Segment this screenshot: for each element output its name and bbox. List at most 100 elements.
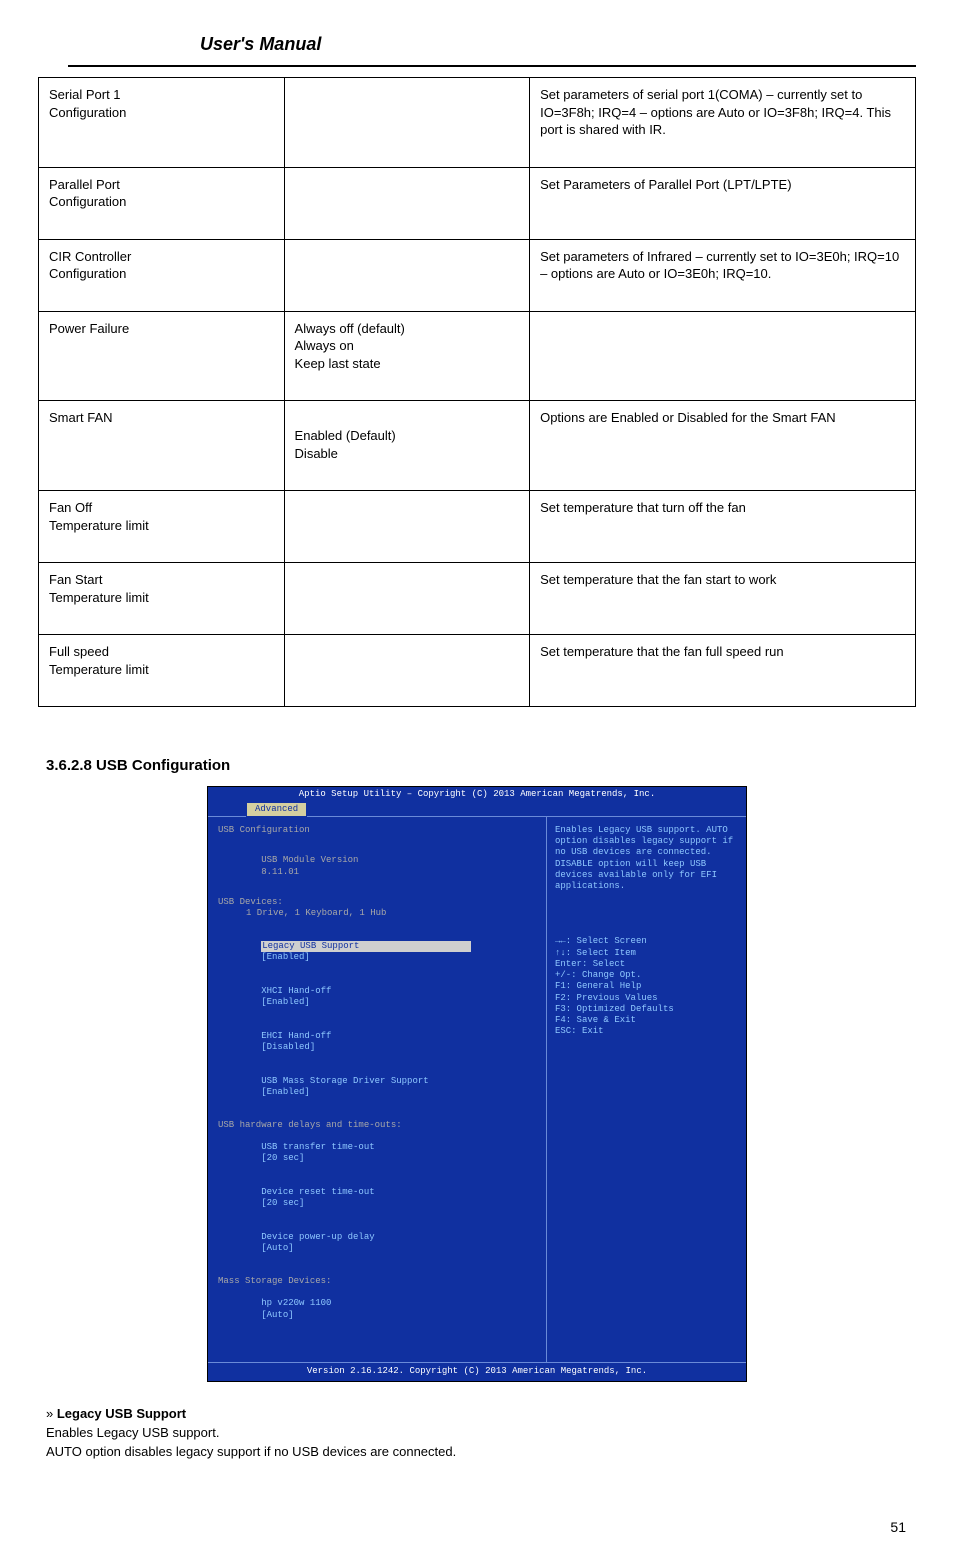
bios-key-line: +/-: Change Opt. <box>555 970 740 981</box>
bios-titlebar: Aptio Setup Utility – Copyright (C) 2013… <box>208 787 746 800</box>
feature-label: Serial Port 1 <box>49 87 121 102</box>
bios-item-value: [Disabled] <box>261 1042 315 1053</box>
bios-key-line: F2: Previous Values <box>555 993 740 1004</box>
bullet-line: » Legacy USB Support <box>46 1406 908 1421</box>
bios-item[interactable]: Device power-up delay [Auto] <box>218 1221 540 1266</box>
bios-item[interactable]: USB transfer time-out [20 sec] <box>218 1131 540 1176</box>
desc-cell: Options are Enabled or Disabled for the … <box>530 401 916 491</box>
bios-item[interactable]: Device reset time-out [20 sec] <box>218 1176 540 1221</box>
bios-devices-value: 1 Drive, 1 Keyboard, 1 Hub <box>218 908 386 919</box>
bios-key-line: →←: Select Screen <box>555 936 740 947</box>
bios-module-value: 8.11.01 <box>261 867 299 878</box>
feature-cell: Power Failure <box>39 311 285 401</box>
option-cell <box>284 635 530 707</box>
option-label: Always off (default) <box>295 321 405 336</box>
option-label: Always on <box>295 338 354 353</box>
bullet-icon: » <box>46 1406 57 1421</box>
feature-label: Smart FAN <box>49 410 113 425</box>
bios-item-value: [Enabled] <box>261 997 310 1008</box>
desc-cell: Set temperature that the fan full speed … <box>530 635 916 707</box>
bios-item-label: USB transfer time-out <box>261 1142 471 1153</box>
bios-item-label: hp v220w 1100 <box>261 1298 471 1309</box>
feature-cell: Serial Port 1 Configuration <box>39 78 285 168</box>
desc-cell: Set temperature that the fan start to wo… <box>530 563 916 635</box>
bios-help-text: Enables Legacy USB support. AUTO option … <box>555 825 740 893</box>
feature-label: Temperature limit <box>49 518 149 533</box>
desc-body-line: Enables Legacy USB support. <box>46 1425 908 1440</box>
feature-cell: Fan Start Temperature limit <box>39 563 285 635</box>
feature-label: Temperature limit <box>49 662 149 677</box>
option-cell: Enabled (Default) Disable <box>284 401 530 491</box>
feature-label: Power Failure <box>49 321 129 336</box>
feature-cell: CIR Controller Configuration <box>39 239 285 311</box>
feature-cell: Parallel Port Configuration <box>39 167 285 239</box>
table-row: Serial Port 1 Configuration Set paramete… <box>39 78 916 168</box>
bios-item-value: [Auto] <box>261 1243 293 1254</box>
desc-cell: Set temperature that turn off the fan <box>530 491 916 563</box>
desc-body-line: AUTO option disables legacy support if n… <box>46 1444 908 1459</box>
bios-key-hints: →←: Select Screen ↑↓: Select Item Enter:… <box>555 936 740 1037</box>
feature-label: Full speed <box>49 644 109 659</box>
table-row: Fan Start Temperature limit Set temperat… <box>39 563 916 635</box>
bios-item-value: [Auto] <box>261 1310 293 1321</box>
bios-key-line: F4: Save & Exit <box>555 1015 740 1026</box>
desc-text: Set parameters of Infrared – currently s… <box>540 249 899 282</box>
bios-key-line: F3: Optimized Defaults <box>555 1004 740 1015</box>
table-row: Parallel Port Configuration Set Paramete… <box>39 167 916 239</box>
bios-key-line: Enter: Select <box>555 959 740 970</box>
table-row: Smart FAN Enabled (Default) Disable Opti… <box>39 401 916 491</box>
bios-devices-label: USB Devices: <box>218 897 283 908</box>
desc-cell: Set parameters of serial port 1(COMA) – … <box>530 78 916 168</box>
desc-text: Set Parameters of Parallel Port (LPT/LPT… <box>540 177 791 192</box>
table-row: CIR Controller Configuration Set paramet… <box>39 239 916 311</box>
option-label: Enabled (Default) Disable <box>295 428 396 461</box>
section-heading: 3.6.2.8 USB Configuration <box>46 757 914 774</box>
bios-item[interactable]: Legacy USB Support [Enabled] <box>218 930 540 975</box>
bios-key-line: F1: General Help <box>555 981 740 992</box>
manual-title: User's Manual <box>200 34 321 55</box>
bios-item-label: Device power-up delay <box>261 1232 471 1243</box>
desc-cell: Set parameters of Infrared – currently s… <box>530 239 916 311</box>
bios-right-pane: Enables Legacy USB support. AUTO option … <box>547 817 746 1362</box>
desc-text: Set parameters of serial port 1(COMA) – … <box>540 87 891 137</box>
bios-key-line: ↑↓: Select Item <box>555 948 740 959</box>
page-number: 51 <box>0 1519 906 1535</box>
feature-label: Configuration <box>49 266 126 281</box>
desc-text: Options are Enabled or Disabled for the … <box>540 410 836 425</box>
desc-text: Set temperature that the fan full speed … <box>540 644 784 659</box>
option-cell <box>284 78 530 168</box>
bios-item-label: EHCI Hand-off <box>261 1031 471 1042</box>
feature-label: Parallel Port <box>49 177 120 192</box>
bullet-label: Legacy USB Support <box>57 1406 186 1421</box>
bios-item-label: Legacy USB Support <box>261 941 471 952</box>
option-label: Keep last state <box>295 356 381 371</box>
bios-item-label: Device reset time-out <box>261 1187 471 1198</box>
option-cell <box>284 491 530 563</box>
bios-item[interactable]: XHCI Hand-off [Enabled] <box>218 975 540 1020</box>
bios-module-label: USB Module Version <box>261 855 471 866</box>
feature-label: Fan Start <box>49 572 102 587</box>
desc-cell <box>530 311 916 401</box>
option-cell: Always off (default) Always on Keep last… <box>284 311 530 401</box>
bios-item[interactable]: EHCI Hand-off [Disabled] <box>218 1020 540 1065</box>
desc-cell: Set Parameters of Parallel Port (LPT/LPT… <box>530 167 916 239</box>
bios-item-label: USB Mass Storage Driver Support <box>261 1076 471 1087</box>
bios-item[interactable]: hp v220w 1100 [Auto] <box>218 1287 540 1332</box>
feature-label: CIR Controller <box>49 249 131 264</box>
bios-item-value: [20 sec] <box>261 1198 304 1209</box>
bios-mass-heading: Mass Storage Devices: <box>218 1276 540 1287</box>
bios-item-value: [20 sec] <box>261 1153 304 1164</box>
option-cell <box>284 167 530 239</box>
bios-screenshot: Aptio Setup Utility – Copyright (C) 2013… <box>207 786 747 1382</box>
bios-item[interactable]: USB Mass Storage Driver Support [Enabled… <box>218 1065 540 1110</box>
page-header: User's Manual <box>68 0 916 67</box>
bios-tab-advanced[interactable]: Advanced <box>246 802 307 817</box>
feature-label: Configuration <box>49 194 126 209</box>
bios-item-value: [Enabled] <box>261 1087 310 1098</box>
bios-item-label: XHCI Hand-off <box>261 986 471 997</box>
bios-heading: USB Configuration <box>218 825 310 836</box>
option-cell <box>284 563 530 635</box>
bios-footer: Version 2.16.1242. Copyright (C) 2013 Am… <box>208 1362 746 1381</box>
bios-tab-row: Advanced <box>208 801 746 816</box>
desc-text: Set temperature that turn off the fan <box>540 500 746 515</box>
